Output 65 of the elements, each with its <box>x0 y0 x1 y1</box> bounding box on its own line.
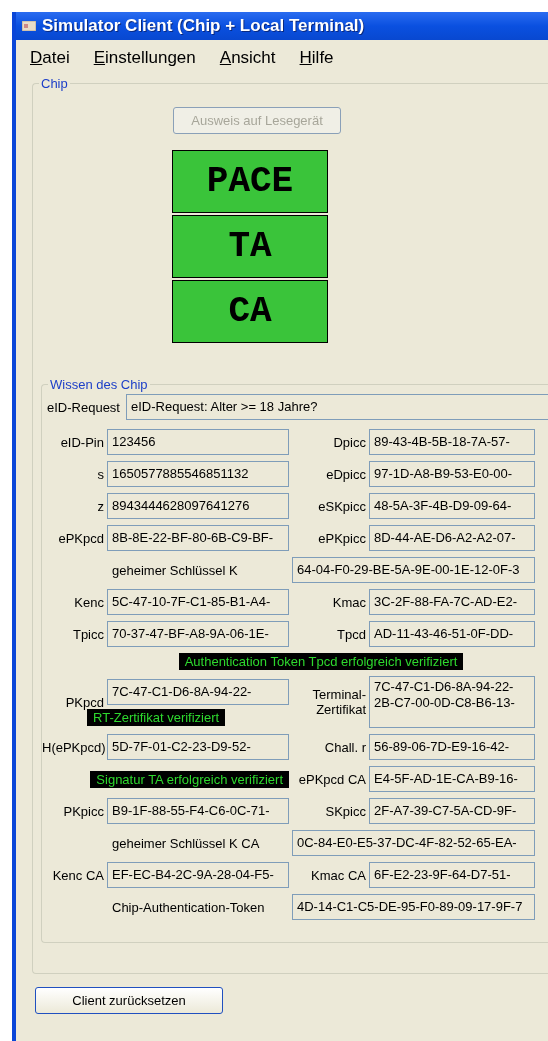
field-label: ePKpcd <box>57 530 104 546</box>
field-label: Terminal-Zertifikat <box>311 687 366 717</box>
field-label: Tpicc <box>71 626 104 642</box>
field-label: eDpicc <box>325 466 366 482</box>
field-label: Chall. r <box>323 739 366 755</box>
text-field[interactable]: 0C-84-E0-E5-37-DC-4F-82-52-65-EA- <box>292 830 535 856</box>
field-label: Kmac <box>331 594 366 610</box>
text-field[interactable]: 2F-A7-39-C7-5A-CD-9F- <box>369 798 535 824</box>
group-title: Wissen des Chip <box>49 377 149 392</box>
field-label: Tpcd <box>336 626 366 642</box>
menu-item[interactable]: Einstellungen <box>93 48 196 68</box>
text-field[interactable]: 64-04-F0-29-BE-5A-9E-00-1E-12-0F-3 <box>292 557 535 583</box>
protocol-step: PACE <box>172 150 328 213</box>
menu-item[interactable]: Datei <box>30 48 70 68</box>
text-field[interactable]: 5C-47-10-7F-C1-85-B1-A4- <box>107 589 289 615</box>
menu-item[interactable]: Hilfe <box>299 48 334 68</box>
status-message: Signatur TA erfolgreich verifiziert <box>90 770 289 788</box>
field-label: ePKpcd CA <box>297 771 366 787</box>
text-field[interactable]: 5D-7F-01-C2-23-D9-52- <box>107 734 289 760</box>
protocol-step: CA <box>172 280 328 343</box>
field-label: ePKpicc <box>317 530 366 546</box>
text-field[interactable]: 4D-14-C1-C5-DE-95-F0-89-09-17-9F-7 <box>292 894 535 920</box>
status-message: Authentication Token Tpcd erfolgreich verifiziert <box>178 653 464 670</box>
protocol-step: TA <box>172 215 328 278</box>
field-label: eID-Pin <box>59 434 104 450</box>
field-label: PKpcd <box>64 694 104 710</box>
field-label: PKpicc <box>62 803 104 819</box>
field-label: geheimer Schlüssel K <box>111 562 239 578</box>
text-field[interactable]: 70-37-47-BF-A8-9A-06-1E- <box>107 621 289 647</box>
text-area[interactable]: 7C-47-C1-D6-8A-94-22- 2B-C7-00-0D-C8-B6-13- <box>369 676 535 728</box>
text-field[interactable]: EF-EC-B4-2C-9A-28-04-F5- <box>107 862 289 888</box>
field-label: Kmac CA <box>310 867 366 883</box>
status-message: RT-Zertifikat verifiziert <box>87 708 226 726</box>
field-label: SKpicc <box>324 803 366 819</box>
menu-item[interactable]: Ansicht <box>219 48 276 68</box>
text-field[interactable]: 48-5A-3F-4B-D9-09-64- <box>369 493 535 519</box>
text-field[interactable]: AD-11-43-46-51-0F-DD- <box>369 621 535 647</box>
field-label: s <box>96 466 104 482</box>
text-field[interactable]: 8D-44-AE-D6-A2-A2-07- <box>369 525 535 551</box>
window-icon <box>22 21 36 31</box>
text-field[interactable]: eID-Request: Alter >= 18 Jahre? <box>126 394 548 420</box>
text-field[interactable]: E4-5F-AD-1E-CA-B9-16- <box>369 766 535 792</box>
field-label: geheimer Schlüssel K CA <box>111 835 261 851</box>
field-label: Kenc <box>73 594 104 610</box>
window-title: Simulator Client (Chip + Local Terminal) <box>42 16 365 36</box>
text-field[interactable]: 1650577885546851132 <box>107 461 289 487</box>
text-field[interactable]: 6F-E2-23-9F-64-D7-51- <box>369 862 535 888</box>
field-label: Chip-Authentication-Token <box>111 899 266 915</box>
field-label: Kenc CA <box>51 867 104 883</box>
reset-button[interactable]: Client zurücksetzen <box>35 987 223 1014</box>
field-label: Dpicc <box>332 434 366 450</box>
text-field[interactable]: B9-1F-88-55-F4-C6-0C-71- <box>107 798 289 824</box>
text-field[interactable]: 3C-2F-88-FA-7C-AD-E2- <box>369 589 535 615</box>
group-title: Chip <box>40 76 69 91</box>
text-field[interactable]: 89-43-4B-5B-18-7A-57- <box>369 429 535 455</box>
field-label: z <box>96 498 104 514</box>
text-field[interactable]: 8B-8E-22-BF-80-6B-C9-BF- <box>107 525 289 551</box>
field-label: eID-Request <box>47 399 120 415</box>
text-field[interactable]: 8943444628097641276 <box>107 493 289 519</box>
text-field[interactable]: 123456 <box>107 429 289 455</box>
text-field[interactable]: 97-1D-A8-B9-53-E0-00- <box>369 461 535 487</box>
field-label: eSKpicc <box>317 498 366 514</box>
text-field[interactable]: 56-89-06-7D-E9-16-42- <box>369 734 535 760</box>
field-label: H(ePKpcd) <box>42 739 104 755</box>
text-field[interactable]: 7C-47-C1-D6-8A-94-22- <box>107 678 289 705</box>
